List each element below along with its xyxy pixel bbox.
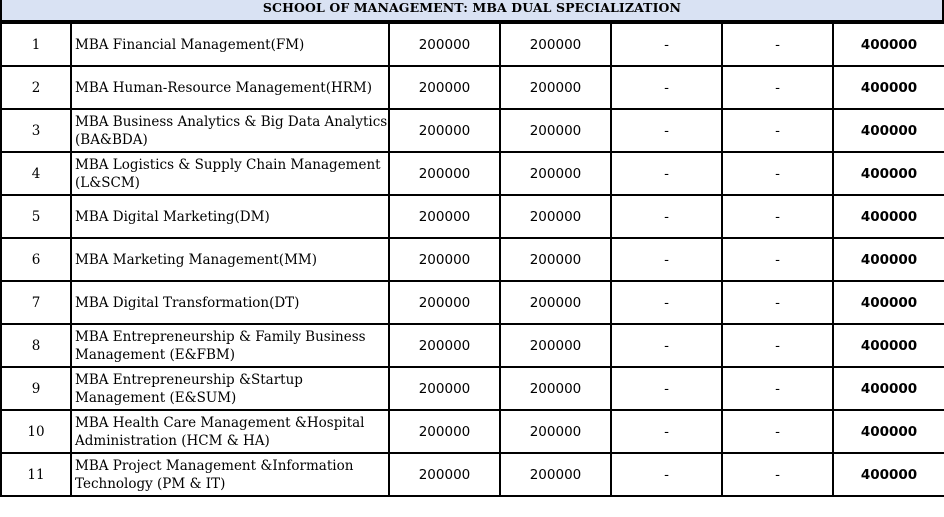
total-fee: 400000 [832,237,944,282]
table-row: 11 MBA Project Management &Information Te… [0,452,944,497]
row-number: 4 [0,151,72,196]
total-fee: 400000 [832,194,944,239]
fee-year-1: 200000 [388,108,501,153]
program-name: MBA Business Analytics & Big Data Analyt… [70,108,390,153]
table-row: 7 MBA Digital Transformation(DT) 200000 200… [0,280,944,325]
row-number: 1 [0,22,72,67]
fee-year-3: - [610,108,723,153]
program-name: MBA Project Management &Information Tech… [70,452,390,497]
row-number: 10 [0,409,72,454]
program-name: MBA Entrepreneurship & Family Business M… [70,323,390,368]
fee-year-1: 200000 [388,237,501,282]
fee-year-1: 200000 [388,323,501,368]
fee-year-1: 200000 [388,194,501,239]
table-body: 1 MBA Financial Management(FM) 200000 20000… [0,22,944,497]
fee-year-3: - [610,65,723,110]
total-fee: 400000 [832,452,944,497]
fee-year-4: - [721,65,834,110]
row-number: 5 [0,194,72,239]
row-number: 8 [0,323,72,368]
fee-year-2: 200000 [499,452,612,497]
fee-year-2: 200000 [499,65,612,110]
fee-year-4: - [721,280,834,325]
fee-year-2: 200000 [499,280,612,325]
table-row: 4 MBA Logistics & Supply Chain Management… [0,151,944,196]
fee-year-2: 200000 [499,151,612,196]
table-row: 6 MBA Marketing Management(MM) 200000 20000… [0,237,944,282]
program-name: MBA Marketing Management(MM) [70,237,390,282]
fee-year-2: 200000 [499,323,612,368]
fee-table-container: SCHOOL OF MANAGEMENT: MBA DUAL SPECIALIZ… [0,0,944,517]
total-fee: 400000 [832,22,944,67]
fee-year-1: 200000 [388,280,501,325]
row-number: 7 [0,280,72,325]
fee-year-3: - [610,280,723,325]
total-fee: 400000 [832,65,944,110]
program-name: MBA Digital Marketing(DM) [70,194,390,239]
program-name: MBA Logistics & Supply Chain Management … [70,151,390,196]
table-row: 8 MBA Entrepreneurship & Family Business … [0,323,944,368]
program-name: MBA Health Care Management &Hospital Adm… [70,409,390,454]
table-row: 9 MBA Entrepreneurship &Startup Managemen… [0,366,944,411]
row-number: 6 [0,237,72,282]
row-number: 11 [0,452,72,497]
fee-year-2: 200000 [499,409,612,454]
fee-year-3: - [610,452,723,497]
fee-year-4: - [721,366,834,411]
fee-year-3: - [610,323,723,368]
fee-year-1: 200000 [388,151,501,196]
fee-year-3: - [610,366,723,411]
fee-year-2: 200000 [499,108,612,153]
total-fee: 400000 [832,108,944,153]
fee-year-1: 200000 [388,65,501,110]
program-name: MBA Digital Transformation(DT) [70,280,390,325]
fee-table: 1 MBA Financial Management(FM) 200000 20000… [0,22,944,497]
fee-year-4: - [721,237,834,282]
total-fee: 400000 [832,409,944,454]
fee-year-3: - [610,409,723,454]
fee-year-2: 200000 [499,194,612,239]
fee-year-2: 200000 [499,22,612,67]
table-row: 3 MBA Business Analytics & Big Data Analy… [0,108,944,153]
row-number: 9 [0,366,72,411]
program-name: MBA Human-Resource Management(HRM) [70,65,390,110]
fee-year-4: - [721,323,834,368]
program-name: MBA Financial Management(FM) [70,22,390,67]
total-fee: 400000 [832,323,944,368]
row-number: 3 [0,108,72,153]
fee-year-1: 200000 [388,409,501,454]
total-fee: 400000 [832,366,944,411]
table-row: 2 MBA Human-Resource Management(HRM) 20000… [0,65,944,110]
fee-year-4: - [721,108,834,153]
fee-year-2: 200000 [499,237,612,282]
table-row: 5 MBA Digital Marketing(DM) 200000 200000- -… [0,194,944,239]
fee-year-1: 200000 [388,366,501,411]
table-row: 10 MBA Health Care Management &Hospital A… [0,409,944,454]
fee-year-3: - [610,194,723,239]
fee-year-4: - [721,409,834,454]
fee-year-4: - [721,452,834,497]
table-row: 1 MBA Financial Management(FM) 200000 20000… [0,22,944,67]
fee-year-1: 200000 [388,452,501,497]
fee-year-4: - [721,194,834,239]
fee-year-1: 200000 [388,22,501,67]
row-number: 2 [0,65,72,110]
fee-year-4: - [721,22,834,67]
fee-year-3: - [610,151,723,196]
table-title: SCHOOL OF MANAGEMENT: MBA DUAL SPECIALIZ… [0,0,944,22]
fee-year-3: - [610,237,723,282]
fee-year-2: 200000 [499,366,612,411]
total-fee: 400000 [832,151,944,196]
fee-year-4: - [721,151,834,196]
program-name: MBA Entrepreneurship &Startup Management… [70,366,390,411]
total-fee: 400000 [832,280,944,325]
fee-year-3: - [610,22,723,67]
